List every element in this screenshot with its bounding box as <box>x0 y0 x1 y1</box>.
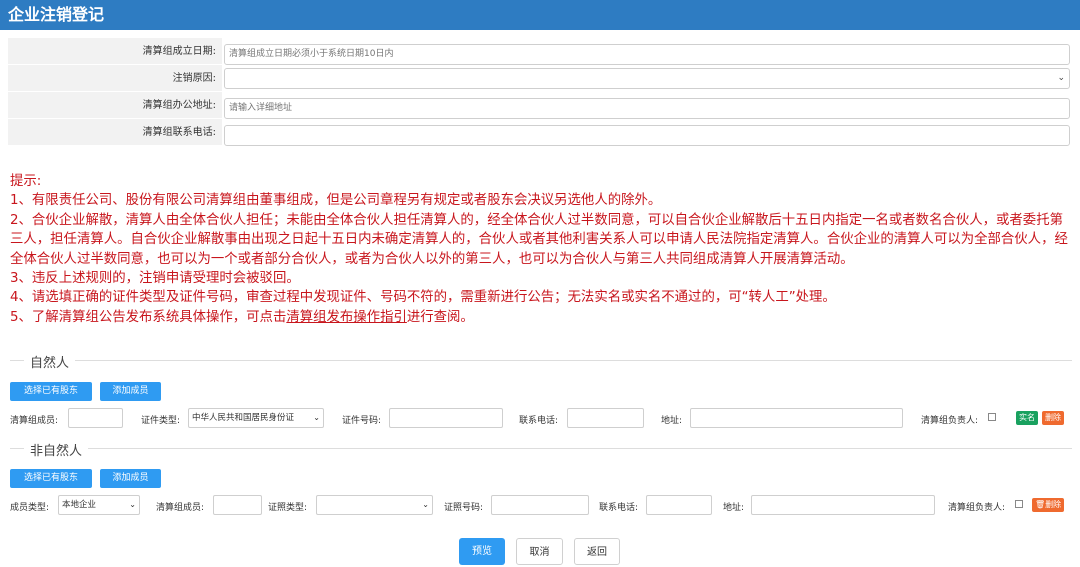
chevron-down-icon: ⌄ <box>422 500 429 509</box>
cancel-button[interactable]: 取消 <box>516 538 563 565</box>
tips-heading: 提示: <box>10 174 42 189</box>
member-type-select[interactable]: 本地企业 ⌄ <box>58 495 140 515</box>
leader-label: 清算组负责人: <box>921 416 979 426</box>
delete-label: 删除 <box>1045 500 1062 509</box>
tips-item: 2、合伙企业解散，清算人由全体合伙人担任；未能由全体合伙人担任清算人的，经全体合… <box>10 212 1068 267</box>
member-input[interactable] <box>68 408 123 428</box>
address-label: 地址: <box>723 503 745 513</box>
chevron-down-icon: ⌄ <box>129 500 136 509</box>
phone-label: 清算组联系电话: <box>8 119 222 146</box>
leader-checkbox[interactable] <box>988 413 996 421</box>
address-label: 清算组办公地址: <box>8 92 222 119</box>
natural-member-row: 清算组成员: 证件类型: 中华人民共和国居民身份证 ⌄ 证件号码: 联系电话: 地… <box>10 408 1072 430</box>
member-label: 清算组成员: <box>156 503 205 513</box>
reason-label: 注销原因: <box>8 65 222 92</box>
verify-button[interactable]: 实名 <box>1016 411 1038 425</box>
page-title: 企业注销登记 <box>0 0 1080 30</box>
delete-button[interactable]: 🗑删除 <box>1032 498 1065 512</box>
divider <box>10 448 1072 449</box>
member-type-value: 本地企业 <box>62 500 97 510</box>
preview-button[interactable]: 预览 <box>459 538 505 565</box>
leader-checkbox[interactable] <box>1015 500 1023 508</box>
registration-form: 清算组成立日期: 注销原因: ⌄ 清算组办公地址: 清算组联系电话: <box>8 38 1072 146</box>
phone-label: 联系电话: <box>519 416 559 426</box>
tips-block: 提示: 1、有限责任公司、股份有限公司清算组由董事组成，但是公司章程另有规定或者… <box>10 172 1076 327</box>
id-type-select[interactable]: 中华人民共和国居民身份证 ⌄ <box>188 408 324 428</box>
member-input[interactable] <box>213 495 262 515</box>
natural-person-section: 自然人 <box>10 352 1072 371</box>
non-natural-person-section: 非自然人 <box>10 440 1072 459</box>
address-input[interactable] <box>751 495 935 515</box>
trash-icon: 🗑 <box>1035 500 1046 509</box>
license-number-input[interactable] <box>491 495 589 515</box>
delete-button[interactable]: 删除 <box>1042 411 1064 425</box>
select-shareholder-button[interactable]: 选择已有股东 <box>10 469 92 488</box>
member-type-label: 成员类型: <box>10 503 50 513</box>
setup-date-input[interactable] <box>224 43 1070 65</box>
phone-input[interactable] <box>646 495 712 515</box>
non-natural-person-title: 非自然人 <box>24 440 89 459</box>
id-type-label: 证件类型: <box>141 416 181 426</box>
select-shareholder-button[interactable]: 选择已有股东 <box>10 382 92 401</box>
member-label: 清算组成员: <box>10 416 59 426</box>
add-member-button[interactable]: 添加成员 <box>100 382 161 401</box>
tips-item: 1、有限责任公司、股份有限公司清算组由董事组成，但是公司章程另有规定或者股东会决… <box>10 193 662 209</box>
form-row-reason: 注销原因: ⌄ <box>8 65 1072 92</box>
id-number-input[interactable] <box>389 408 503 428</box>
address-input[interactable] <box>690 408 903 428</box>
reason-select[interactable]: ⌄ <box>224 68 1070 89</box>
chevron-down-icon: ⌄ <box>313 413 320 422</box>
form-row-setup-date: 清算组成立日期: <box>8 38 1072 65</box>
divider <box>10 360 1072 361</box>
license-type-select[interactable]: ⌄ <box>316 495 433 515</box>
add-member-button[interactable]: 添加成员 <box>100 469 161 488</box>
non-natural-member-row: 成员类型: 本地企业 ⌄ 清算组成员: 证照类型: ⌄ 证照号码: 联系电话: 地… <box>10 495 1072 517</box>
chevron-down-icon: ⌄ <box>1057 73 1065 83</box>
form-row-phone: 清算组联系电话: <box>8 119 1072 146</box>
address-input[interactable] <box>224 97 1070 119</box>
tips-item5-prefix: 5、了解清算组公告发布系统具体操作，可点击 <box>10 309 287 325</box>
address-label: 地址: <box>661 416 683 426</box>
tips-item: 3、违反上述规则的，注销申请受理时会被驳回。 <box>10 271 300 287</box>
phone-input[interactable] <box>567 408 644 428</box>
id-number-label: 证件号码: <box>342 416 382 426</box>
phone-label: 联系电话: <box>599 503 639 513</box>
leader-label: 清算组负责人: <box>948 503 1006 513</box>
license-number-label: 证照号码: <box>444 503 484 513</box>
id-type-value: 中华人民共和国居民身份证 <box>192 413 295 423</box>
tips-item: 4、请选填正确的证件类型及证件号码，审查过程中发现证件、号码不符的，需重新进行公… <box>10 290 836 306</box>
form-row-address: 清算组办公地址: <box>8 92 1072 119</box>
back-button[interactable]: 返回 <box>574 538 620 565</box>
tips-item: 5、了解清算组公告发布系统具体操作，可点击清算组发布操作指引进行查阅。 <box>10 308 1076 327</box>
tips-item5-suffix: 进行查阅。 <box>406 309 474 325</box>
license-type-label: 证照类型: <box>268 503 308 513</box>
guide-link[interactable]: 清算组发布操作指引 <box>286 310 407 325</box>
natural-person-title: 自然人 <box>24 352 76 371</box>
phone-input[interactable] <box>224 124 1070 146</box>
setup-date-label: 清算组成立日期: <box>8 38 222 65</box>
